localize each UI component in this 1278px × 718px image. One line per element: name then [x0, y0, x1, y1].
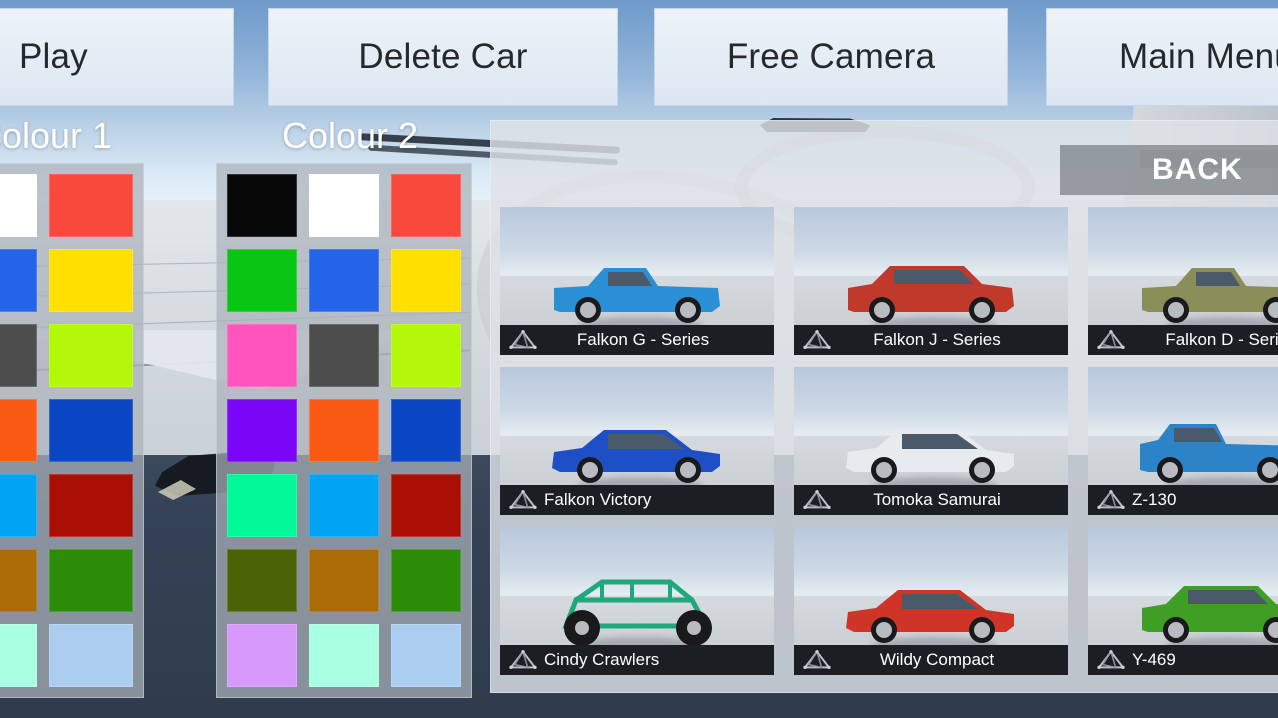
colour-2-swatch-8[interactable]: [391, 324, 461, 387]
top-menu-bar: Play Delete Car Free Camera Main Menu: [0, 0, 1278, 108]
colour-2-swatch-2[interactable]: [391, 174, 461, 237]
colour-1-palette[interactable]: [0, 163, 144, 698]
colour-2-swatch-11[interactable]: [391, 399, 461, 462]
mesh-icon: [802, 329, 832, 351]
free-camera-button[interactable]: Free Camera: [654, 8, 1008, 106]
car-label: Z-130: [1088, 485, 1278, 515]
colour-2-swatch-0[interactable]: [227, 174, 297, 237]
mesh-icon: [508, 649, 538, 671]
colour-2-swatch-15[interactable]: [227, 549, 297, 612]
colour-2-swatch-7[interactable]: [309, 324, 379, 387]
car-cell-4[interactable]: Tomoka Samurai: [794, 367, 1068, 515]
mesh-icon: [1096, 489, 1126, 511]
mesh-icon: [802, 489, 832, 511]
colour-2-swatch-19[interactable]: [309, 624, 379, 687]
colour-1-swatch-5[interactable]: [49, 324, 133, 387]
car-name: Cindy Crawlers: [538, 650, 774, 670]
colour-2-swatch-6[interactable]: [227, 324, 297, 387]
colour-1-swatch-12[interactable]: [0, 624, 37, 687]
mesh-icon: [1096, 329, 1126, 351]
mesh-icon: [508, 649, 538, 671]
colour-2-swatch-20[interactable]: [391, 624, 461, 687]
colour-1-swatch-4[interactable]: [0, 324, 37, 387]
colour-2-swatch-12[interactable]: [227, 474, 297, 537]
car-cell-0[interactable]: Falkon G - Series: [500, 207, 774, 355]
colour-1-swatch-13[interactable]: [49, 624, 133, 687]
car-cell-7[interactable]: Wildy Compact: [794, 527, 1068, 675]
car-name: Falkon J - Series: [832, 330, 1068, 350]
colour-2-swatch-9[interactable]: [227, 399, 297, 462]
delete-car-button-label: Delete Car: [358, 37, 527, 77]
back-button[interactable]: BACK: [1060, 145, 1278, 195]
colour-2-label: Colour 2: [282, 115, 418, 157]
car-label: Y-469: [1088, 645, 1278, 675]
car-label: Falkon J - Series: [794, 325, 1068, 355]
colour-2-palette[interactable]: [216, 163, 472, 698]
car-cell-2[interactable]: Falkon D - Series: [1088, 207, 1278, 355]
colour-1-swatch-8[interactable]: [0, 474, 37, 537]
colour-2-swatch-16[interactable]: [309, 549, 379, 612]
mesh-icon: [1096, 649, 1126, 671]
mesh-icon: [802, 649, 832, 671]
colour-2-swatch-10[interactable]: [309, 399, 379, 462]
mesh-icon: [1096, 649, 1126, 671]
colour-1-swatch-2[interactable]: [0, 249, 37, 312]
car-cell-8[interactable]: Y-469: [1088, 527, 1278, 675]
mesh-icon: [508, 329, 538, 351]
car-label: Falkon D - Series: [1088, 325, 1278, 355]
colour-2-swatch-5[interactable]: [391, 249, 461, 312]
colour-2-swatch-14[interactable]: [391, 474, 461, 537]
mesh-icon: [802, 329, 832, 351]
mesh-icon: [1096, 489, 1126, 511]
main-menu-button[interactable]: Main Menu: [1046, 8, 1278, 106]
colour-1-swatch-11[interactable]: [49, 549, 133, 612]
play-button-label: Play: [19, 37, 88, 77]
colour-1-swatch-1[interactable]: [49, 174, 133, 237]
car-grid: Falkon G - Series Falkon J - Series Falkon…: [500, 207, 1278, 683]
colour-1-swatch-0[interactable]: [0, 174, 37, 237]
colour-2-swatch-3[interactable]: [227, 249, 297, 312]
car-name: Falkon Victory: [538, 490, 774, 510]
car-cell-3[interactable]: Falkon Victory: [500, 367, 774, 515]
car-name: Tomoka Samurai: [832, 490, 1068, 510]
car-label: Falkon Victory: [500, 485, 774, 515]
car-cell-5[interactable]: Z-130: [1088, 367, 1278, 515]
colour-1-label: Colour 1: [0, 115, 112, 157]
delete-car-button[interactable]: Delete Car: [268, 8, 618, 106]
mesh-icon: [1096, 329, 1126, 351]
mesh-icon: [802, 649, 832, 671]
car-label: Wildy Compact: [794, 645, 1068, 675]
colour-2-swatch-18[interactable]: [227, 624, 297, 687]
mesh-icon: [508, 489, 538, 511]
car-name: Z-130: [1126, 490, 1278, 510]
play-button[interactable]: Play: [0, 8, 234, 106]
colour-2-swatch-1[interactable]: [309, 174, 379, 237]
car-name: Y-469: [1126, 650, 1278, 670]
car-cell-6[interactable]: Cindy Crawlers: [500, 527, 774, 675]
car-name: Wildy Compact: [832, 650, 1068, 670]
colour-1-swatch-10[interactable]: [0, 549, 37, 612]
car-label: Cindy Crawlers: [500, 645, 774, 675]
car-label: Tomoka Samurai: [794, 485, 1068, 515]
back-button-label: BACK: [1152, 153, 1243, 187]
mesh-icon: [802, 489, 832, 511]
colour-2-swatch-17[interactable]: [391, 549, 461, 612]
car-name: Falkon G - Series: [538, 330, 774, 350]
car-name: Falkon D - Series: [1126, 330, 1278, 350]
free-camera-button-label: Free Camera: [727, 37, 935, 77]
colour-2-swatch-4[interactable]: [309, 249, 379, 312]
mesh-icon: [508, 489, 538, 511]
colour-1-swatch-6[interactable]: [0, 399, 37, 462]
main-menu-button-label: Main Menu: [1119, 37, 1278, 77]
car-cell-1[interactable]: Falkon J - Series: [794, 207, 1068, 355]
car-label: Falkon G - Series: [500, 325, 774, 355]
colour-2-swatch-13[interactable]: [309, 474, 379, 537]
colour-1-swatch-9[interactable]: [49, 474, 133, 537]
game-screen: Play Delete Car Free Camera Main Menu Co…: [0, 0, 1278, 718]
mesh-icon: [508, 329, 538, 351]
colour-1-swatch-3[interactable]: [49, 249, 133, 312]
colour-1-swatch-7[interactable]: [49, 399, 133, 462]
